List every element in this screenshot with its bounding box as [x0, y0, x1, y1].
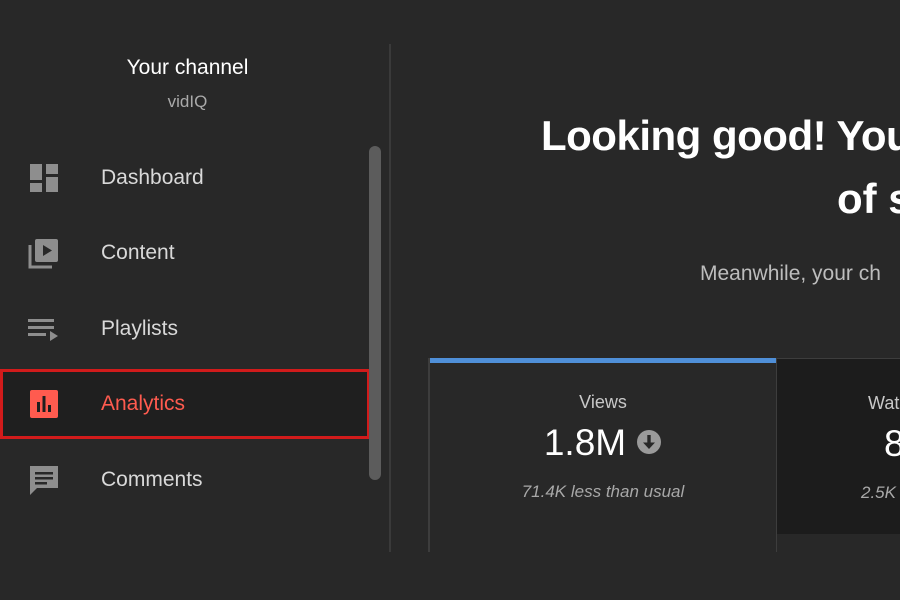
- views-card-value: 1.8M: [543, 422, 627, 463]
- sidebar-item-label: Playlists: [101, 317, 179, 340]
- content-icon: [28, 239, 58, 269]
- sidebar-scrollbar[interactable]: [369, 146, 381, 480]
- sidebar-item-analytics[interactable]: Analytics: [0, 369, 370, 439]
- sidebar-divider: [389, 44, 391, 552]
- watch-card-value: 8: [884, 423, 900, 464]
- watch-time-card[interactable]: Wat 8 2.5K: [777, 358, 900, 534]
- comments-icon: [30, 466, 58, 495]
- selected-card-indicator: [430, 358, 776, 363]
- headline-line-1: Looking good! You: [541, 112, 900, 159]
- dashboard-icon: [30, 164, 58, 192]
- views-card[interactable]: Views 1.8M 71.4K less than usual: [428, 358, 777, 552]
- watch-card-note: 2.5K: [861, 483, 896, 502]
- sidebar: Your channel vidIQ Dashboard Content Pla…: [0, 0, 389, 600]
- headline-line-2: of s: [837, 175, 900, 222]
- sidebar-item-comments[interactable]: Comments: [0, 445, 370, 515]
- views-card-note: 71.4K less than usual: [521, 482, 685, 501]
- sidebar-item-label: Comments: [101, 468, 203, 491]
- sidebar-item-label: Content: [101, 241, 175, 264]
- sidebar-item-playlists[interactable]: Playlists: [0, 294, 370, 364]
- down-arrow-icon: [637, 430, 662, 455]
- channel-title: Your channel: [126, 56, 249, 79]
- subline: Meanwhile, your ch: [700, 262, 881, 285]
- sidebar-item-label: Analytics: [101, 392, 186, 415]
- watch-card-title: Wat: [868, 393, 900, 413]
- views-card-value-row: 1.8M: [430, 422, 776, 464]
- sidebar-item-label: Dashboard: [101, 166, 204, 189]
- analytics-icon: [30, 390, 58, 418]
- channel-subtitle: vidIQ: [167, 92, 208, 111]
- playlists-icon: [28, 319, 58, 341]
- sidebar-item-dashboard[interactable]: Dashboard: [0, 143, 370, 213]
- sidebar-item-content[interactable]: Content: [0, 218, 370, 288]
- views-card-title: Views: [579, 392, 627, 412]
